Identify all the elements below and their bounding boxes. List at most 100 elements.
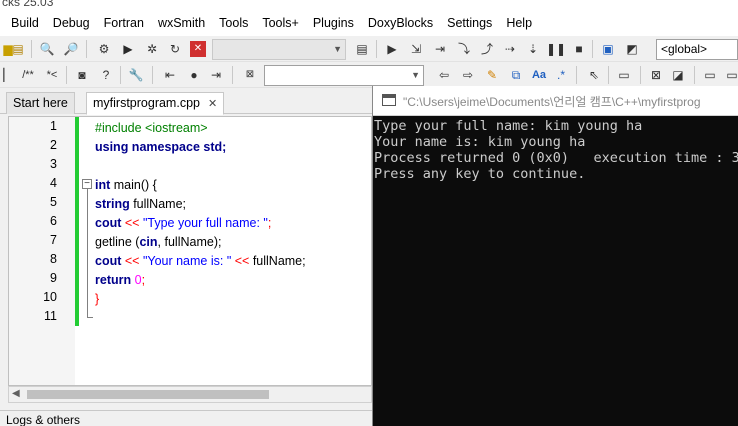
various-info-icon[interactable]: ◩ xyxy=(624,41,640,57)
line-number: 6 xyxy=(50,214,57,228)
menu-help[interactable]: Help xyxy=(499,10,539,36)
debug-windows-icon[interactable]: ▣ xyxy=(600,41,616,57)
menu-wxsmith[interactable]: wxSmith xyxy=(151,10,212,36)
step-into-icon[interactable]: ⤵ xyxy=(456,41,472,57)
console-line: Type your full name: kim young ha xyxy=(374,118,643,134)
help-icon[interactable]: ? xyxy=(98,67,114,83)
step-out-icon[interactable]: ⤴ xyxy=(479,41,495,57)
line-number: 4 xyxy=(50,176,57,190)
line-number: 5 xyxy=(50,195,57,209)
doxywizard-icon[interactable]: ◙ xyxy=(74,67,90,83)
console-titlebar[interactable]: "C:\Users\jeime\Documents\언리얼 캠프\C++\myf… xyxy=(373,86,738,116)
code-line-6: cout << "Type your full name: "; xyxy=(95,216,272,230)
scroll-left-icon[interactable]: ◀ xyxy=(12,388,20,399)
menu-fortran[interactable]: Fortran xyxy=(97,10,151,36)
console-output[interactable]: Type your full name: kim young ha Your n… xyxy=(373,116,738,426)
line-number: 7 xyxy=(50,233,57,247)
code-line-9: return 0; xyxy=(95,273,146,287)
clear-search-icon[interactable]: ⊠ xyxy=(242,67,258,83)
fold-minus-icon[interactable]: − xyxy=(82,179,92,189)
select-target-icon[interactable]: ⧉ xyxy=(508,67,524,83)
highlight-icon[interactable]: ✎ xyxy=(484,67,500,83)
run-icon[interactable]: ▶ xyxy=(120,41,136,57)
debug-continue-icon[interactable]: ▶ xyxy=(384,41,400,57)
doxy-inline-comment-button[interactable]: *< xyxy=(44,67,60,83)
build-gear-icon[interactable]: ⚙ xyxy=(96,41,112,57)
change-bar xyxy=(75,117,79,326)
menu-tools-plus[interactable]: Tools+ xyxy=(255,10,305,36)
line-number-gutter: 1 2 3 4 5 6 7 8 9 10 11 xyxy=(9,117,75,385)
code-editor[interactable]: 1 2 3 4 5 6 7 8 9 10 11 − #include <iost… xyxy=(8,116,372,386)
fold-line xyxy=(87,189,88,317)
main-toolbar: ▆ ▤ 🔍 🔎 ⚙ ▶ ✲ ↻ ✕ ▼ ▤ ▶ ⇲ ⇥ ⤵ ⤴ ⇢ ⇣ ❚❚ ■… xyxy=(0,36,738,62)
match-case-icon[interactable]: Aa xyxy=(530,67,548,83)
build-log-icon[interactable]: ▤ xyxy=(354,41,370,57)
logs-label[interactable]: Logs & others xyxy=(6,413,80,426)
window-title-strip: cks 25.03 xyxy=(0,0,738,10)
line-number: 8 xyxy=(50,252,57,266)
find-icon[interactable]: 🔍 xyxy=(39,41,55,57)
abort-icon[interactable]: ✕ xyxy=(190,41,206,57)
menu-plugins[interactable]: Plugins xyxy=(306,10,361,36)
step-instruction-icon[interactable]: ⇣ xyxy=(525,41,541,57)
code-line-4: int main() { xyxy=(95,178,157,192)
code-line-5: string fullName; xyxy=(95,197,187,211)
next-instruction-icon[interactable]: ⇢ xyxy=(502,41,518,57)
grid-icon[interactable]: ⊠ xyxy=(648,67,664,83)
console-window[interactable]: "C:\Users\jeime\Documents\언리얼 캠프\C++\myf… xyxy=(372,86,738,426)
paste-icon[interactable]: ▤ xyxy=(10,41,26,57)
panel-icon[interactable]: ▭ xyxy=(702,67,718,83)
close-icon[interactable]: ✕ xyxy=(208,98,217,110)
build-run-icon[interactable]: ✲ xyxy=(144,41,160,57)
horizontal-scrollbar[interactable]: ◀ xyxy=(8,386,372,403)
console-title: "C:\Users\jeime\Documents\언리얼 캠프\C++\myf… xyxy=(403,95,701,109)
pointer-icon[interactable]: ⇖ xyxy=(586,67,602,83)
diagonal-icon[interactable]: ◪ xyxy=(670,67,686,83)
line-number: 9 xyxy=(50,271,57,285)
scrollbar-thumb[interactable] xyxy=(27,390,269,399)
logs-panel-header: Logs & others xyxy=(0,410,372,426)
editor-tabs: Start here myfirstprogram.cpp ✕ xyxy=(0,88,372,115)
menu-settings[interactable]: Settings xyxy=(440,10,499,36)
next-line-icon[interactable]: ⇥ xyxy=(432,41,448,57)
menu-doxyblocks[interactable]: DoxyBlocks xyxy=(361,10,440,36)
console-line: Your name is: kim young ha xyxy=(374,134,586,150)
line-number: 1 xyxy=(50,119,57,133)
regex-icon[interactable]: .* xyxy=(553,67,569,83)
console-line: Press any key to continue. xyxy=(374,166,586,182)
next-bookmark-icon[interactable]: ⇥ xyxy=(208,67,224,83)
stop-icon[interactable]: ■ xyxy=(571,41,587,57)
code-line-8: cout << "Your name is: " << fullName; xyxy=(95,254,306,268)
arrow-right-icon[interactable]: ⇨ xyxy=(460,67,476,83)
arrow-left-icon[interactable]: ⇦ xyxy=(436,67,452,83)
prev-bookmark-icon[interactable]: ⇤ xyxy=(162,67,178,83)
menu-debug[interactable]: Debug xyxy=(46,10,97,36)
code-line-7: getline (cin, fullName); xyxy=(95,235,222,249)
code-line-10: } xyxy=(95,292,100,306)
panel-2-icon[interactable]: ▭ xyxy=(724,67,738,83)
pause-icon[interactable]: ❚❚ xyxy=(546,41,566,57)
code-line-2: using namespace std; xyxy=(95,140,227,154)
rectangle-icon[interactable]: ▭ xyxy=(616,67,632,83)
console-line: Process returned 0 (0x0) execution time … xyxy=(374,150,738,166)
menu-build[interactable]: Build xyxy=(4,10,46,36)
doxy-comment-button[interactable]: /** xyxy=(18,67,38,83)
line-number: 2 xyxy=(50,138,57,152)
window-title: cks 25.03 xyxy=(2,0,54,9)
menu-tools[interactable]: Tools xyxy=(212,10,255,36)
replace-icon[interactable]: 🔎 xyxy=(63,41,79,57)
wrench-icon[interactable]: 🔧 xyxy=(128,67,144,83)
search-combo[interactable]: ▼ xyxy=(264,65,424,86)
fold-end xyxy=(87,317,93,318)
editor-area: Start here myfirstprogram.cpp ✕ 1 2 3 4 5… xyxy=(0,88,372,410)
line-number: 3 xyxy=(50,157,57,171)
tab-myfirstprogram[interactable]: myfirstprogram.cpp ✕ xyxy=(86,92,225,115)
scope-combo[interactable]: <global> xyxy=(656,39,738,60)
line-number: 10 xyxy=(43,290,57,304)
build-target-combo[interactable]: ▼ xyxy=(212,39,346,60)
tab-start-here[interactable]: Start here xyxy=(6,92,75,114)
toggle-bookmark-icon[interactable]: ● xyxy=(186,67,202,83)
rebuild-icon[interactable]: ↻ xyxy=(167,41,183,57)
menu-bar: Build Debug Fortran wxSmith Tools Tools+… xyxy=(0,10,738,36)
run-to-cursor-icon[interactable]: ⇲ xyxy=(408,41,424,57)
